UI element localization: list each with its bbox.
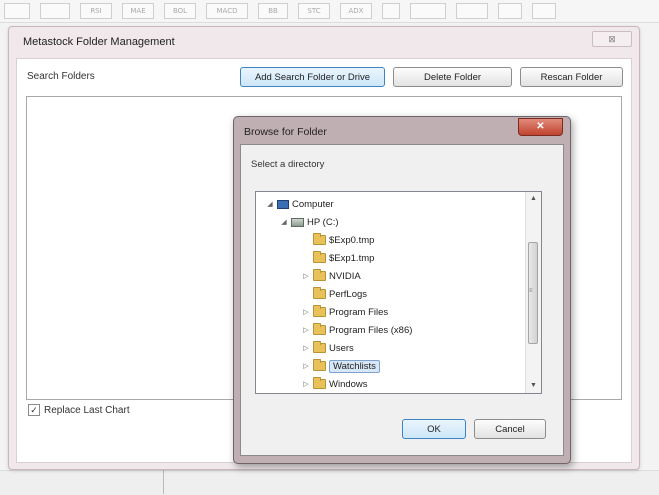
expand-arrow-icon[interactable]: ◢: [280, 218, 288, 226]
toolbar-button[interactable]: RSI: [80, 3, 112, 19]
tree-item[interactable]: ▷ Program Files: [302, 304, 388, 320]
browse-for-folder-dialog: Browse for Folder ✕ Select a directory ▲…: [233, 116, 571, 464]
tree-item-label: Program Files: [329, 306, 389, 318]
folder-icon: [313, 233, 326, 245]
expand-arrow-icon[interactable]: ▷: [302, 380, 310, 388]
toolbar-button[interactable]: [456, 3, 488, 19]
toolbar-button[interactable]: [40, 3, 70, 19]
expand-arrow-icon[interactable]: ◢: [266, 200, 274, 208]
browse-dialog-title: Browse for Folder: [244, 126, 327, 138]
scroll-up-arrow-icon[interactable]: ▲: [526, 192, 541, 206]
tree-item-label: Windows: [329, 378, 368, 390]
tree-item-label: NVIDIA: [329, 270, 361, 282]
background-chart-area: [0, 470, 659, 495]
search-folders-label: Search Folders: [27, 71, 95, 82]
drive-icon: [291, 217, 304, 227]
ok-button[interactable]: OK: [402, 419, 466, 439]
browse-dialog-body: Select a directory ▲ ≡ ▼ ◢ Computer ◢ HP (C…: [240, 144, 564, 456]
cancel-button[interactable]: Cancel: [474, 419, 546, 439]
tree-item-label: Program Files (x86): [329, 324, 413, 336]
tree-item-label: $Exp1.tmp: [329, 252, 375, 264]
scroll-grip-icon: ≡: [529, 288, 533, 294]
add-search-folder-button[interactable]: Add Search Folder or Drive: [240, 67, 385, 87]
toolbar-button[interactable]: [532, 3, 556, 19]
tree-item[interactable]: ▷ Users: [302, 340, 354, 356]
folder-icon: [313, 287, 326, 299]
tree-item[interactable]: ▷ Windows: [302, 376, 368, 392]
toolbar-button[interactable]: [410, 3, 446, 19]
tree-item[interactable]: $Exp1.tmp: [302, 250, 374, 266]
tree-item[interactable]: ◢ Computer: [266, 196, 334, 212]
tree-scrollbar[interactable]: ▲ ≡ ▼: [525, 192, 541, 393]
background-toolbar: RSI MAE BOL MACD BB STC ADX: [0, 0, 659, 23]
replace-last-chart-checkbox[interactable]: ✓: [28, 404, 40, 416]
tree-item[interactable]: PerfLogs: [302, 286, 367, 302]
tree-item[interactable]: ▷ Program Files (x86): [302, 322, 412, 338]
tree-item-label: $Exp0.tmp: [329, 234, 375, 246]
rescan-folder-button[interactable]: Rescan Folder: [520, 67, 623, 87]
folder-icon: [313, 305, 326, 317]
toolbar-button[interactable]: BOL: [164, 3, 196, 19]
folder-icon: [313, 377, 326, 389]
tree-item[interactable]: $Exp0.tmp: [302, 232, 374, 248]
expand-arrow-icon[interactable]: ▷: [302, 344, 310, 352]
close-button[interactable]: ⊠: [592, 31, 632, 47]
scroll-down-arrow-icon[interactable]: ▼: [526, 379, 541, 393]
toolbar-button[interactable]: [498, 3, 522, 19]
tree-item[interactable]: ◢ HP (C:): [280, 214, 339, 230]
folder-icon: [313, 359, 326, 371]
toolbar-button[interactable]: MAE: [122, 3, 154, 19]
dialog-title: Metastock Folder Management: [23, 36, 175, 48]
toolbar-button[interactable]: [4, 3, 30, 19]
toolbar-button[interactable]: BB: [258, 3, 288, 19]
tree-item[interactable]: ▷ NVIDIA: [302, 268, 361, 284]
computer-icon: [277, 199, 289, 209]
folder-icon: [313, 269, 326, 281]
tree-item-label: Watchlists: [329, 359, 380, 373]
folder-icon: [313, 251, 326, 263]
tree-item-label: HP (C:): [307, 216, 339, 228]
browse-close-button[interactable]: ✕: [518, 118, 563, 136]
select-directory-label: Select a directory: [251, 159, 325, 170]
replace-last-chart-label: Replace Last Chart: [44, 404, 130, 416]
tree-item[interactable]: ▷ Watchlists: [302, 358, 380, 374]
tree-item-label: Users: [329, 342, 354, 354]
toolbar-button[interactable]: [382, 3, 400, 19]
toolbar-button[interactable]: STC: [298, 3, 330, 19]
expand-arrow-icon[interactable]: ▷: [302, 308, 310, 316]
tree-item-label: Computer: [292, 198, 334, 210]
delete-folder-button[interactable]: Delete Folder: [393, 67, 512, 87]
toolbar-button[interactable]: ADX: [340, 3, 372, 19]
background-divider: [163, 470, 164, 494]
replace-last-chart-option[interactable]: ✓ Replace Last Chart: [28, 404, 130, 416]
toolbar-button[interactable]: MACD: [206, 3, 248, 19]
tree-item-label: PerfLogs: [329, 288, 368, 300]
folder-tree[interactable]: ▲ ≡ ▼ ◢ Computer ◢ HP (C:) $Exp0.tmp $Exp1.tm…: [255, 191, 542, 394]
folder-icon: [313, 341, 326, 353]
expand-arrow-icon[interactable]: ▷: [302, 326, 310, 334]
expand-arrow-icon[interactable]: ▷: [302, 362, 310, 370]
expand-arrow-icon[interactable]: ▷: [302, 272, 310, 280]
folder-icon: [313, 323, 326, 335]
